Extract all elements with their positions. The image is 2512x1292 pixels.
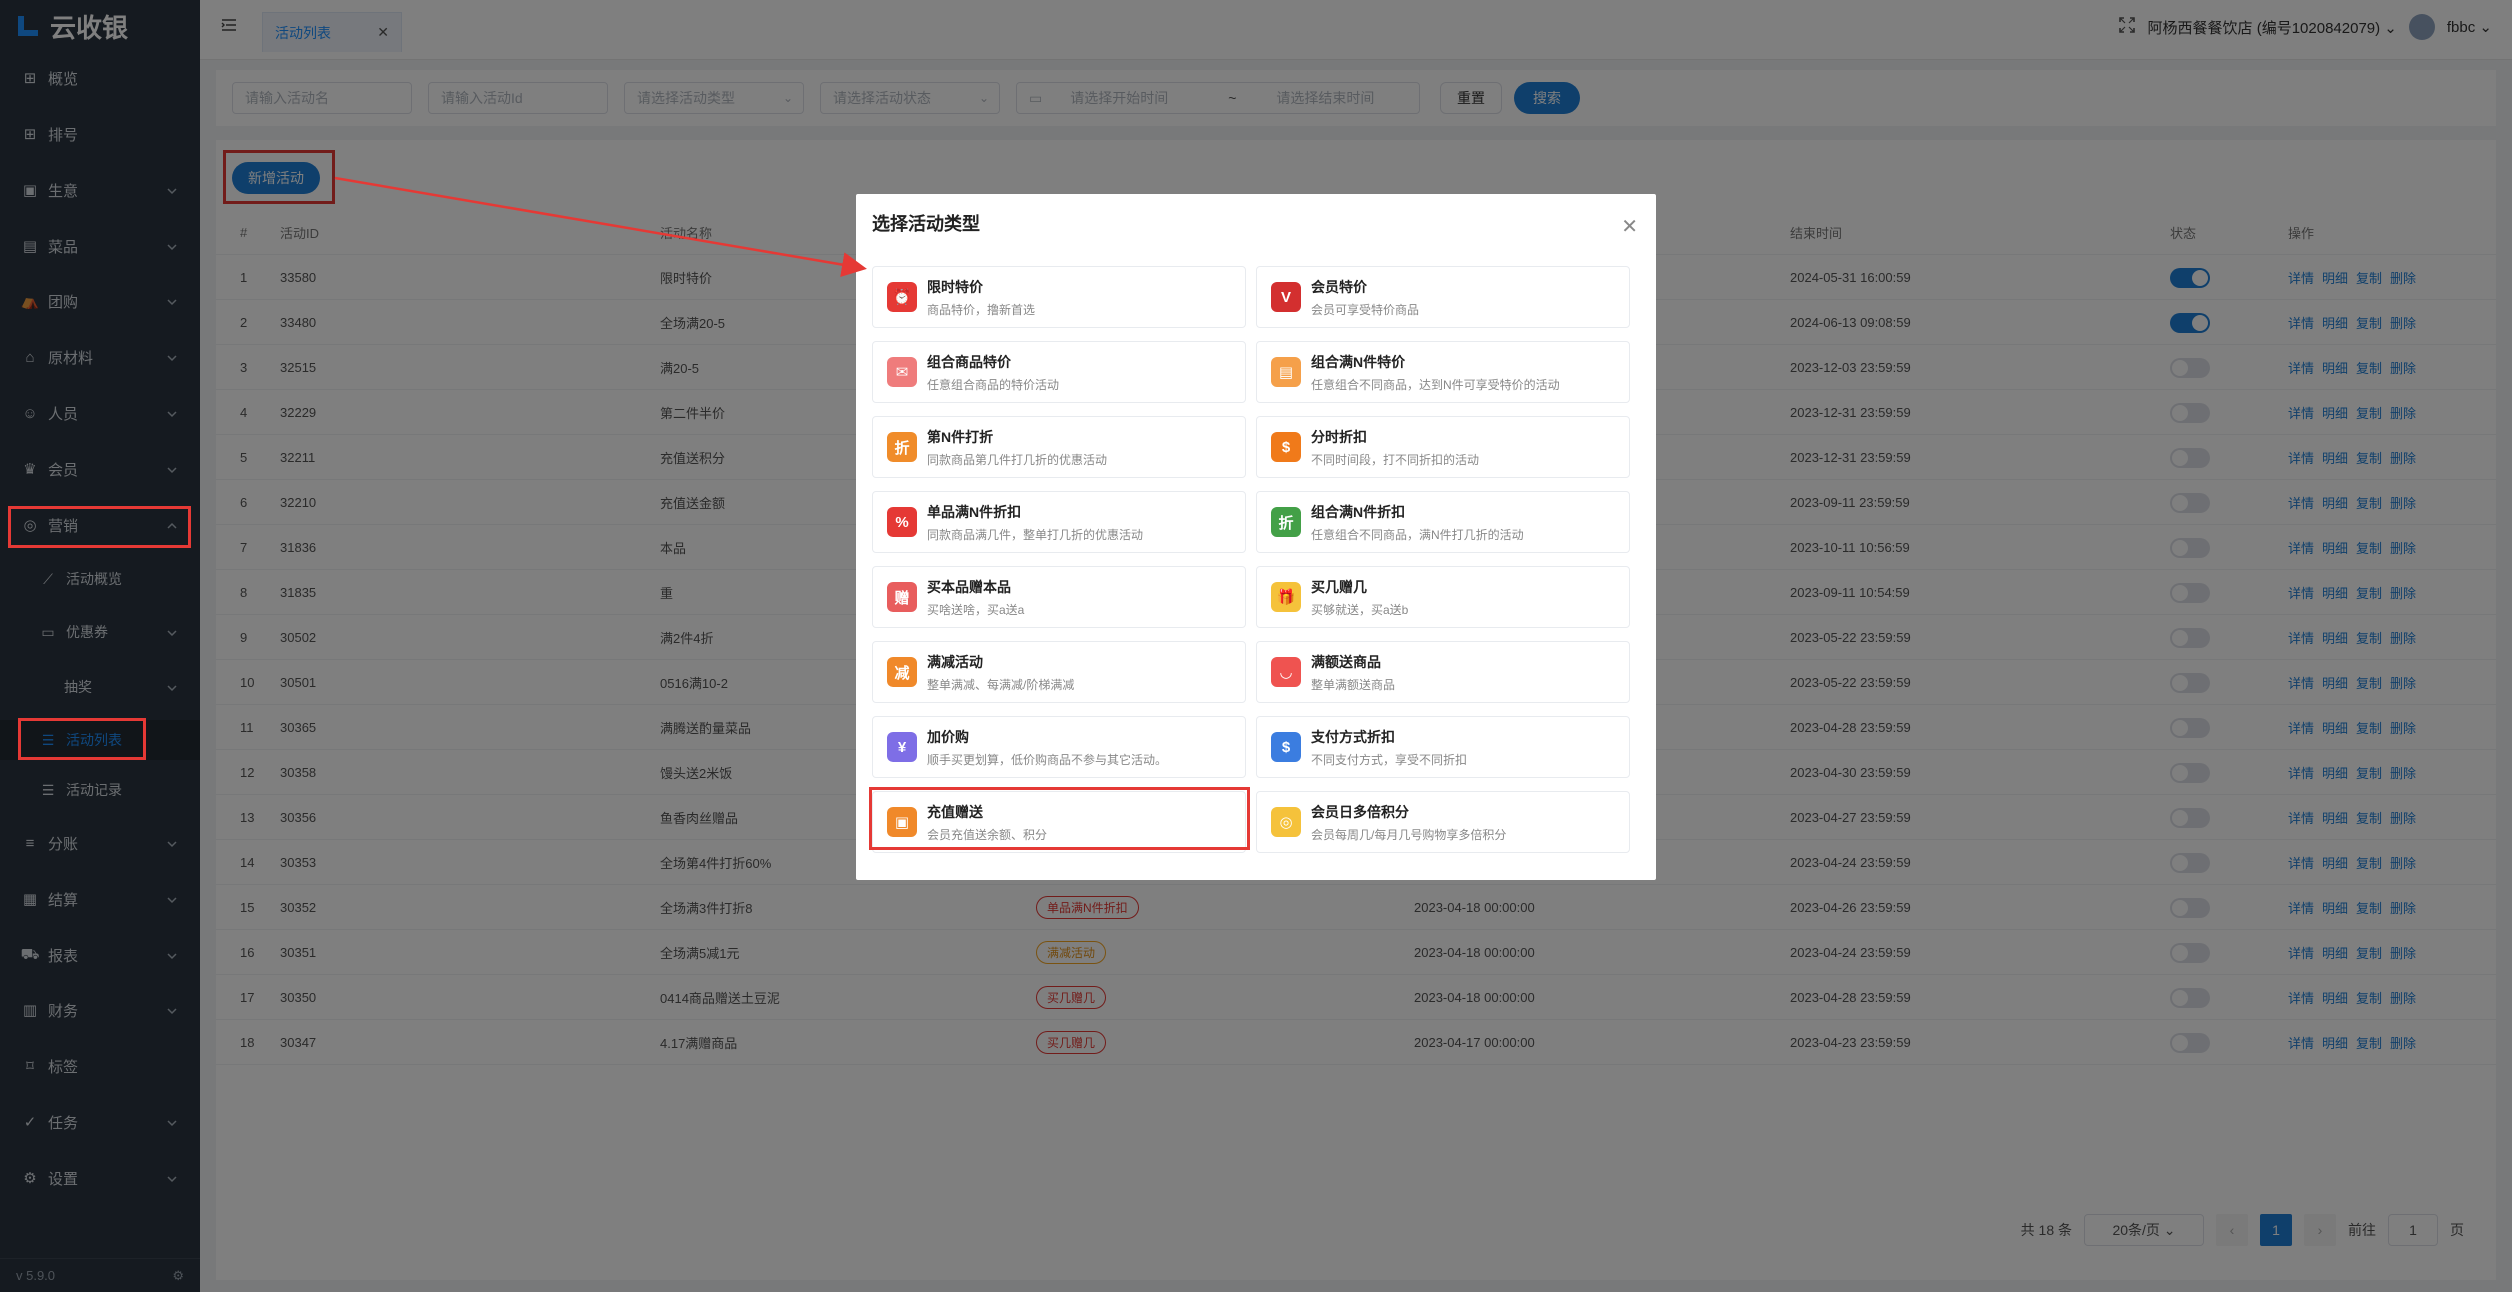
option-title: 加价购 <box>927 728 969 745</box>
option-title: 买本品赠本品 <box>927 578 1011 595</box>
minus-icon: 减 <box>887 657 917 687</box>
activity-type-option[interactable]: V 会员特价会员可享受特价商品 <box>1256 266 1630 328</box>
option-description: 同款商品第几件打几折的优惠活动 <box>927 452 1108 467</box>
option-description: 买够就送，买a送b <box>1311 602 1409 617</box>
option-description: 会员每周几/每月几号购物享多倍积分 <box>1311 827 1507 842</box>
discount-icon: 折 <box>1271 507 1301 537</box>
smile-bag-icon: ◡ <box>1271 657 1301 687</box>
wallet-icon: $ <box>1271 732 1301 762</box>
activity-type-option[interactable]: 减满减活动整单满减、每满减/阶梯满减 <box>872 641 1246 703</box>
option-description: 商品特价，撸新首选 <box>927 302 1036 317</box>
clock-icon: ⏰ <box>887 282 917 312</box>
option-description: 任意组合商品的特价活动 <box>927 377 1060 392</box>
option-description: 整单满额送商品 <box>1311 677 1396 692</box>
option-title: 买几赠几 <box>1311 578 1367 595</box>
recharge-icon: ▣ <box>887 807 917 837</box>
gift-icon: 🎁 <box>1271 582 1301 612</box>
bag-icon: ✉ <box>887 357 917 387</box>
activity-type-option[interactable]: 🎁 买几赠几买够就送，买a送b <box>1256 566 1630 628</box>
activity-type-option[interactable]: ◡ 满额送商品整单满额送商品 <box>1256 641 1630 703</box>
option-title: 支付方式折扣 <box>1311 728 1395 745</box>
option-title: 单品满N件折扣 <box>927 503 1022 520</box>
option-title: 会员日多倍积分 <box>1311 803 1409 820</box>
option-description: 顺手买更划算，低价购商品不参与其它活动。 <box>927 752 1168 767</box>
activity-type-option[interactable]: $ 支付方式折扣不同支付方式，享受不同折扣 <box>1256 716 1630 778</box>
option-title: 充值赠送 <box>927 803 983 820</box>
activity-type-option[interactable]: ▤ 组合满N件特价任意组合不同商品，达到N件可享受特价的活动 <box>1256 341 1630 403</box>
option-description: 整单满减、每满减/阶梯满减 <box>927 677 1075 692</box>
vip-icon: V <box>1271 282 1301 312</box>
activity-type-option[interactable]: 折组合满N件折扣任意组合不同商品，满N件打几折的活动 <box>1256 491 1630 553</box>
activity-type-option[interactable]: 折第N件打折同款商品第几件打几折的优惠活动 <box>872 416 1246 478</box>
option-description: 不同时间段，打不同折扣的活动 <box>1311 452 1480 467</box>
percent-icon: % <box>887 507 917 537</box>
option-title: 满额送商品 <box>1311 653 1381 670</box>
option-title: 会员特价 <box>1311 278 1367 295</box>
dialog-title: 选择活动类型 <box>872 214 980 234</box>
option-description: 会员可享受特价商品 <box>1311 302 1420 317</box>
activity-type-option[interactable]: ▣ 充值赠送会员充值送余额、积分 <box>872 791 1246 853</box>
activity-type-option[interactable]: ◎ 会员日多倍积分会员每周几/每月几号购物享多倍积分 <box>1256 791 1630 853</box>
option-title: 限时特价 <box>927 278 983 295</box>
activity-type-option[interactable]: 赠买本品赠本品 买啥送啥，买a送a <box>872 566 1246 628</box>
close-icon[interactable]: ✕ <box>1621 214 1638 239</box>
activity-type-option[interactable]: $ 分时折扣不同时间段，打不同折扣的活动 <box>1256 416 1630 478</box>
option-description: 任意组合不同商品，满N件打几折的活动 <box>1311 527 1524 542</box>
activity-type-option[interactable]: ✉ 组合商品特价任意组合商品的特价活动 <box>872 341 1246 403</box>
yen-plus-icon: ¥ <box>887 732 917 762</box>
option-description: 不同支付方式，享受不同折扣 <box>1311 752 1468 767</box>
option-title: 组合满N件折扣 <box>1311 503 1406 520</box>
gift-tag-icon: 赠 <box>887 582 917 612</box>
discount-icon: 折 <box>887 432 917 462</box>
option-title: 组合商品特价 <box>927 353 1011 370</box>
coin-icon: ◎ <box>1271 807 1301 837</box>
option-title: 组合满N件特价 <box>1311 353 1406 370</box>
money-bag-icon: $ <box>1271 432 1301 462</box>
activity-type-option[interactable]: ⏰ 限时特价商品特价，撸新首选 <box>872 266 1246 328</box>
option-title: 第N件打折 <box>927 428 994 445</box>
activity-type-option[interactable]: % 单品满N件折扣同款商品满几件，整单打几折的优惠活动 <box>872 491 1246 553</box>
option-title: 满减活动 <box>927 653 983 670</box>
option-description: 同款商品满几件，整单打几折的优惠活动 <box>927 527 1144 542</box>
option-title: 分时折扣 <box>1311 428 1367 445</box>
option-description: 买啥送啥，买a送a <box>927 602 1025 617</box>
option-description: 会员充值送余额、积分 <box>927 827 1048 842</box>
sale-icon: ▤ <box>1271 357 1301 387</box>
option-description: 任意组合不同商品，达到N件可享受特价的活动 <box>1311 377 1560 392</box>
activity-type-option[interactable]: ¥ 加价购顺手买更划算，低价购商品不参与其它活动。 <box>872 716 1246 778</box>
select-activity-type-dialog: 选择活动类型 ✕ ⏰ 限时特价商品特价，撸新首选 V 会员特价会员可享受特价商品 ✉ 组合… <box>856 194 1656 880</box>
